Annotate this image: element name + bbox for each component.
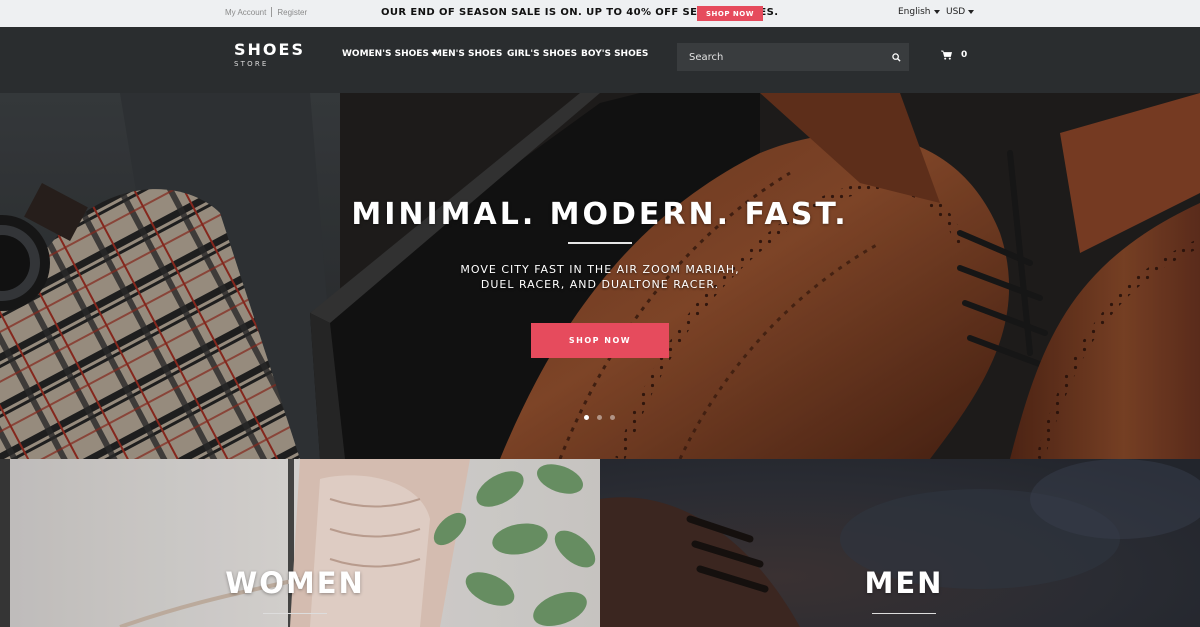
men-category-image xyxy=(600,459,1200,627)
announcement-bar: My Account Register OUR END OF SEASON SA… xyxy=(0,0,1200,27)
my-account-link[interactable]: My Account xyxy=(225,8,266,17)
search-input[interactable] xyxy=(689,51,892,63)
nav-girls-shoes[interactable]: GIRL'S SHOES xyxy=(507,49,577,59)
search-bar xyxy=(677,43,909,71)
hero-subtitle-line-2: DUEL RACER, AND DUALTONE RACER. xyxy=(480,278,720,291)
currency-label: USD xyxy=(946,7,966,17)
slider-dot-3[interactable] xyxy=(610,415,615,420)
logo-tagline: STORE xyxy=(234,60,269,68)
hero-title: MINIMAL. MODERN. FAST. xyxy=(351,197,849,232)
chevron-down-icon xyxy=(933,10,940,14)
category-men-tile[interactable]: MEN xyxy=(600,459,1200,627)
cart-button[interactable]: 0 xyxy=(941,50,967,60)
cart-icon xyxy=(941,50,952,60)
hero-divider xyxy=(568,242,632,244)
account-divider xyxy=(271,7,273,17)
nav-label: GIRL'S SHOES xyxy=(507,49,578,59)
category-women-tile[interactable]: WOMEN xyxy=(0,459,600,627)
nav-boys-shoes[interactable]: BOY'S SHOES xyxy=(581,49,648,59)
language-label: English xyxy=(898,7,931,17)
currency-selector[interactable]: USD xyxy=(946,7,975,17)
search-icon[interactable] xyxy=(892,52,901,62)
nav-womens-shoes[interactable]: WOMEN'S SHOES xyxy=(342,49,437,59)
language-selector[interactable]: English xyxy=(898,7,940,17)
slider-dot-1[interactable] xyxy=(584,415,589,420)
main-header: SHOES STORE WOMEN'S SHOES MEN'S SHOES GI… xyxy=(0,27,1200,93)
nav-label: WOMEN'S SHOES xyxy=(342,49,429,59)
slider-dot-2[interactable] xyxy=(597,415,602,420)
logo-wordmark: SHOES xyxy=(234,40,305,59)
cart-count: 0 xyxy=(961,50,968,60)
promo-shop-now-button[interactable]: SHOP NOW xyxy=(697,6,763,21)
hero-shop-now-button[interactable]: SHOP NOW xyxy=(531,323,669,358)
hero-subtitle-line-1: MOVE CITY FAST IN THE AIR ZOOM MARIAH, xyxy=(460,263,740,276)
chevron-down-icon xyxy=(968,10,975,14)
slider-dots xyxy=(584,415,623,420)
hero-banner: MINIMAL. MODERN. FAST. MOVE CITY FAST IN… xyxy=(0,93,1200,459)
hero-subtitle: MOVE CITY FAST IN THE AIR ZOOM MARIAH, D… xyxy=(0,262,1200,292)
hero-content: MINIMAL. MODERN. FAST. MOVE CITY FAST IN… xyxy=(0,93,1200,459)
category-women-label: WOMEN xyxy=(225,566,365,600)
nav-label: MEN'S SHOES xyxy=(433,49,503,59)
category-men-divider xyxy=(872,613,936,614)
account-links: My Account Register xyxy=(225,7,307,17)
site-logo[interactable]: SHOES STORE xyxy=(234,40,305,69)
register-link[interactable]: Register xyxy=(277,8,307,17)
category-men-label: MEN xyxy=(864,566,944,600)
nav-mens-shoes[interactable]: MEN'S SHOES xyxy=(433,49,502,59)
women-category-image xyxy=(0,459,600,627)
nav-label: BOY'S SHOES xyxy=(581,49,649,59)
category-women-divider xyxy=(263,613,327,614)
